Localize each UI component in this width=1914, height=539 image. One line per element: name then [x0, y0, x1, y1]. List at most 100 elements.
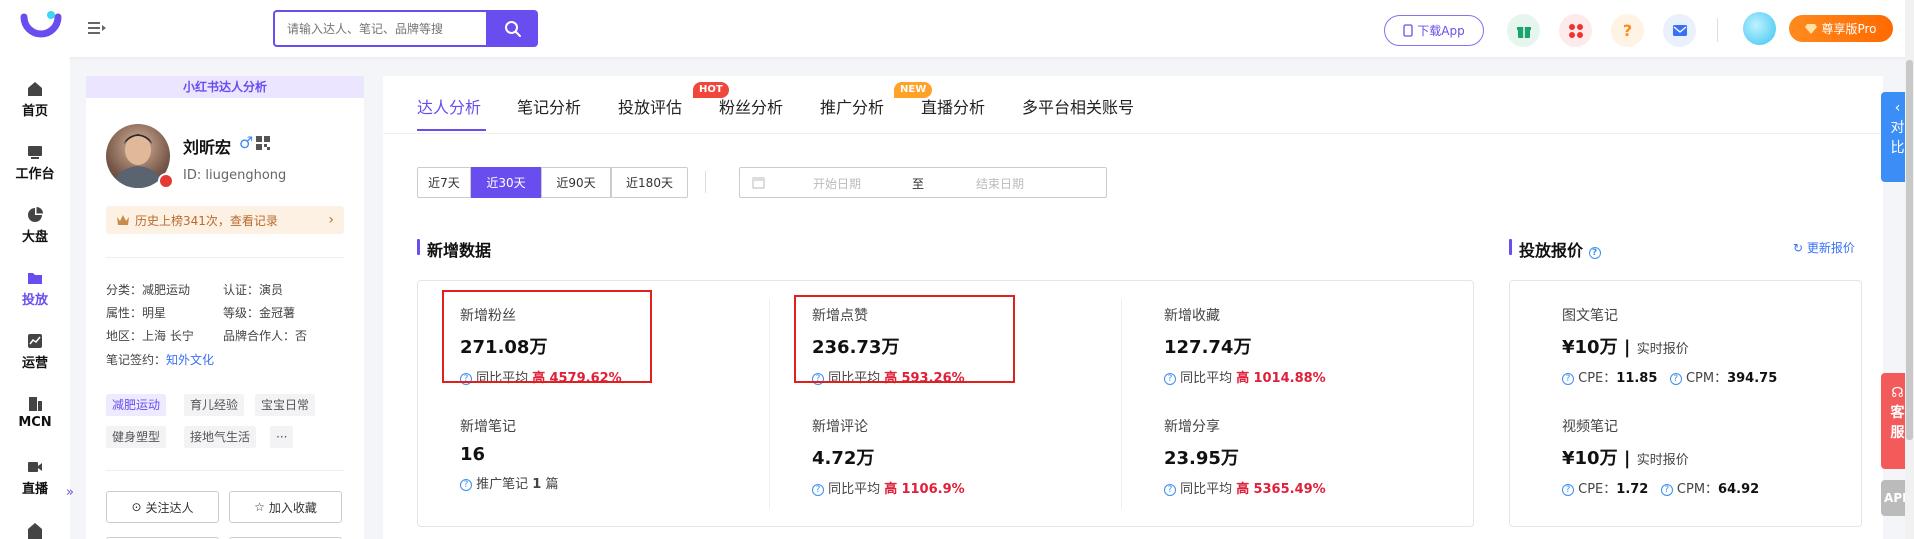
refresh-icon: ↻ [1793, 241, 1804, 255]
divider [769, 299, 770, 509]
help-icon[interactable]: ? [1588, 247, 1601, 259]
tag[interactable]: 宝宝日常 [255, 394, 316, 416]
tab-multi-platform[interactable]: 多平台相关账号 [1022, 94, 1134, 118]
tab-note-analysis[interactable]: 笔记分析 [517, 94, 581, 118]
search-button[interactable] [488, 10, 538, 47]
menu-toggle-icon[interactable] [86, 18, 108, 38]
collapse-nav-icon[interactable]: » [66, 485, 74, 500]
apps-icon [1568, 23, 1583, 38]
attr-category: 分类：减肥运动 [106, 283, 191, 297]
phone-icon [1403, 24, 1413, 37]
tag[interactable]: 健身塑型 [106, 426, 167, 448]
range-7d[interactable]: 近7天 [417, 167, 471, 198]
logo-icon[interactable] [18, 9, 64, 47]
metric-new-comments: 新增评论 4.72万 ? 同比平均 高 1106.9% [812, 416, 965, 497]
help-icon[interactable]: ? [812, 484, 824, 496]
nav-item-delivery[interactable]: 投放 [0, 270, 70, 308]
download-app-button[interactable]: 下载App [1384, 15, 1484, 46]
vip-badge[interactable]: 尊享版Pro [1789, 15, 1893, 42]
pricing-title: 投放报价 [1519, 241, 1584, 260]
attr-cert: 认证：演员 [223, 283, 284, 297]
cpm-label: CPM： [1676, 482, 1719, 497]
attr-contract: 笔记签约：知外文化 [106, 351, 214, 368]
top-bar: 下载App ? 尊享版Pro [0, 0, 1914, 57]
attr-region: 地区：上海 长宁 [106, 329, 194, 343]
main-panel: 达人分析 笔记分析 投放评估 HOT 粉丝分析 推广分析 NEW 直播分析 多平… [383, 76, 1883, 539]
attr-level: 等级：金冠薯 [223, 306, 296, 320]
range-180d[interactable]: 近180天 [611, 167, 688, 198]
cpe-value: 11.85 [1616, 371, 1658, 386]
help-button[interactable]: ? [1611, 14, 1644, 47]
help-icon[interactable]: ? [1164, 373, 1176, 385]
message-button[interactable] [1663, 14, 1696, 47]
more-tags[interactable]: ··· [270, 426, 294, 448]
favorite-label: 加入收藏 [268, 500, 317, 515]
id-value: liugenghong [205, 168, 287, 183]
metric-compare: ? 同比平均 高 5365.49% [1164, 478, 1326, 497]
follow-button[interactable]: ⊙ 关注达人 [106, 491, 219, 523]
cpm-value: 64.92 [1718, 482, 1760, 497]
apps-button[interactable] [1559, 14, 1592, 47]
metric-value: 4.72万 [812, 448, 875, 469]
range-30d[interactable]: 近30天 [471, 167, 541, 198]
help-icon[interactable]: ? [460, 479, 472, 491]
tab-live-analysis[interactable]: 直播分析 [921, 94, 985, 118]
calendar-icon [752, 177, 765, 189]
diamond-icon [1805, 23, 1818, 34]
nav-item-label: MCN [18, 415, 52, 430]
tab-delivery-eval[interactable]: 投放评估 HOT [618, 82, 729, 118]
metric-compare: ? 推广笔记 1 篇 [460, 473, 559, 492]
compare-label: 同比平均 [828, 482, 881, 497]
nav-item-live[interactable]: 直播 [0, 459, 70, 497]
metric-label: 新增分享 [1164, 419, 1220, 435]
compare-unit: 篇 [545, 477, 559, 492]
update-price-link[interactable]: ↻ 更新报价 [1793, 239, 1855, 256]
help-icon[interactable]: ? [1669, 373, 1682, 385]
search-input[interactable] [273, 10, 488, 47]
user-avatar[interactable] [1743, 12, 1776, 45]
start-date-input[interactable]: 开始日期 [813, 175, 861, 192]
favorite-button[interactable]: ☆ 加入收藏 [229, 491, 342, 523]
compare-direction: 高 [1236, 371, 1250, 386]
nav-item-mcn[interactable]: MCN [0, 396, 70, 430]
history-label: 历史上榜341次，查看记录 [135, 213, 278, 228]
help-icon[interactable]: ? [1164, 484, 1176, 496]
divider [106, 257, 344, 258]
scrollbar[interactable] [1905, 0, 1914, 539]
tab-influencer-analysis[interactable]: 达人分析 [417, 94, 481, 118]
metric-value: 16 [460, 444, 486, 465]
gift-button[interactable] [1507, 14, 1540, 47]
compare-label: 同比平均 [1180, 482, 1233, 497]
influencer-name: 刘昕宏 [183, 138, 232, 157]
contract-link[interactable]: 知外文化 [166, 353, 214, 367]
tag[interactable]: 接地气生活 [184, 426, 257, 448]
divider [1121, 299, 1122, 509]
history-ranking-link[interactable]: 历史上榜341次，查看记录 › [106, 206, 344, 234]
help-icon[interactable]: ? [1562, 484, 1574, 496]
nav-item-operation[interactable]: 运营 [0, 333, 70, 371]
tag[interactable]: 育儿经验 [184, 394, 245, 416]
range-90d[interactable]: 近90天 [541, 167, 611, 198]
price-video-note: 视频笔记 ¥10万 | 实时报价 ? CPE：1.72 ? CPM：64.92 [1562, 416, 1759, 497]
trend-icon [28, 334, 42, 348]
tab-fans-analysis[interactable]: 粉丝分析 [719, 94, 783, 118]
verified-badge [158, 173, 174, 189]
end-date-input[interactable]: 结束日期 [976, 175, 1024, 192]
metric-compare: ? 同比平均 高 1014.88% [1164, 367, 1326, 386]
date-range-picker[interactable]: 开始日期 至 结束日期 [739, 167, 1107, 198]
help-icon[interactable]: ? [1562, 373, 1574, 385]
nav-item-label: 直播 [21, 482, 48, 497]
metric-label: 新增收藏 [1164, 308, 1220, 324]
help-icon[interactable]: ? [1660, 484, 1673, 496]
nav-item-label: 首页 [21, 104, 48, 119]
home-icon [28, 82, 42, 96]
cpe-value: 1.72 [1616, 482, 1649, 497]
nav-item-home[interactable]: 首页 [0, 81, 70, 119]
tag[interactable]: 减肥运动 [106, 394, 167, 416]
qr-code-icon[interactable] [256, 136, 270, 150]
nav-item-workbench[interactable]: 工作台 [0, 144, 70, 182]
tab-promotion-analysis[interactable]: 推广分析 NEW [820, 82, 933, 118]
nav-item-dashboard[interactable]: 大盘 [0, 207, 70, 245]
vip-label: 尊享版Pro [1821, 22, 1877, 36]
pie-chart-icon [28, 207, 43, 222]
